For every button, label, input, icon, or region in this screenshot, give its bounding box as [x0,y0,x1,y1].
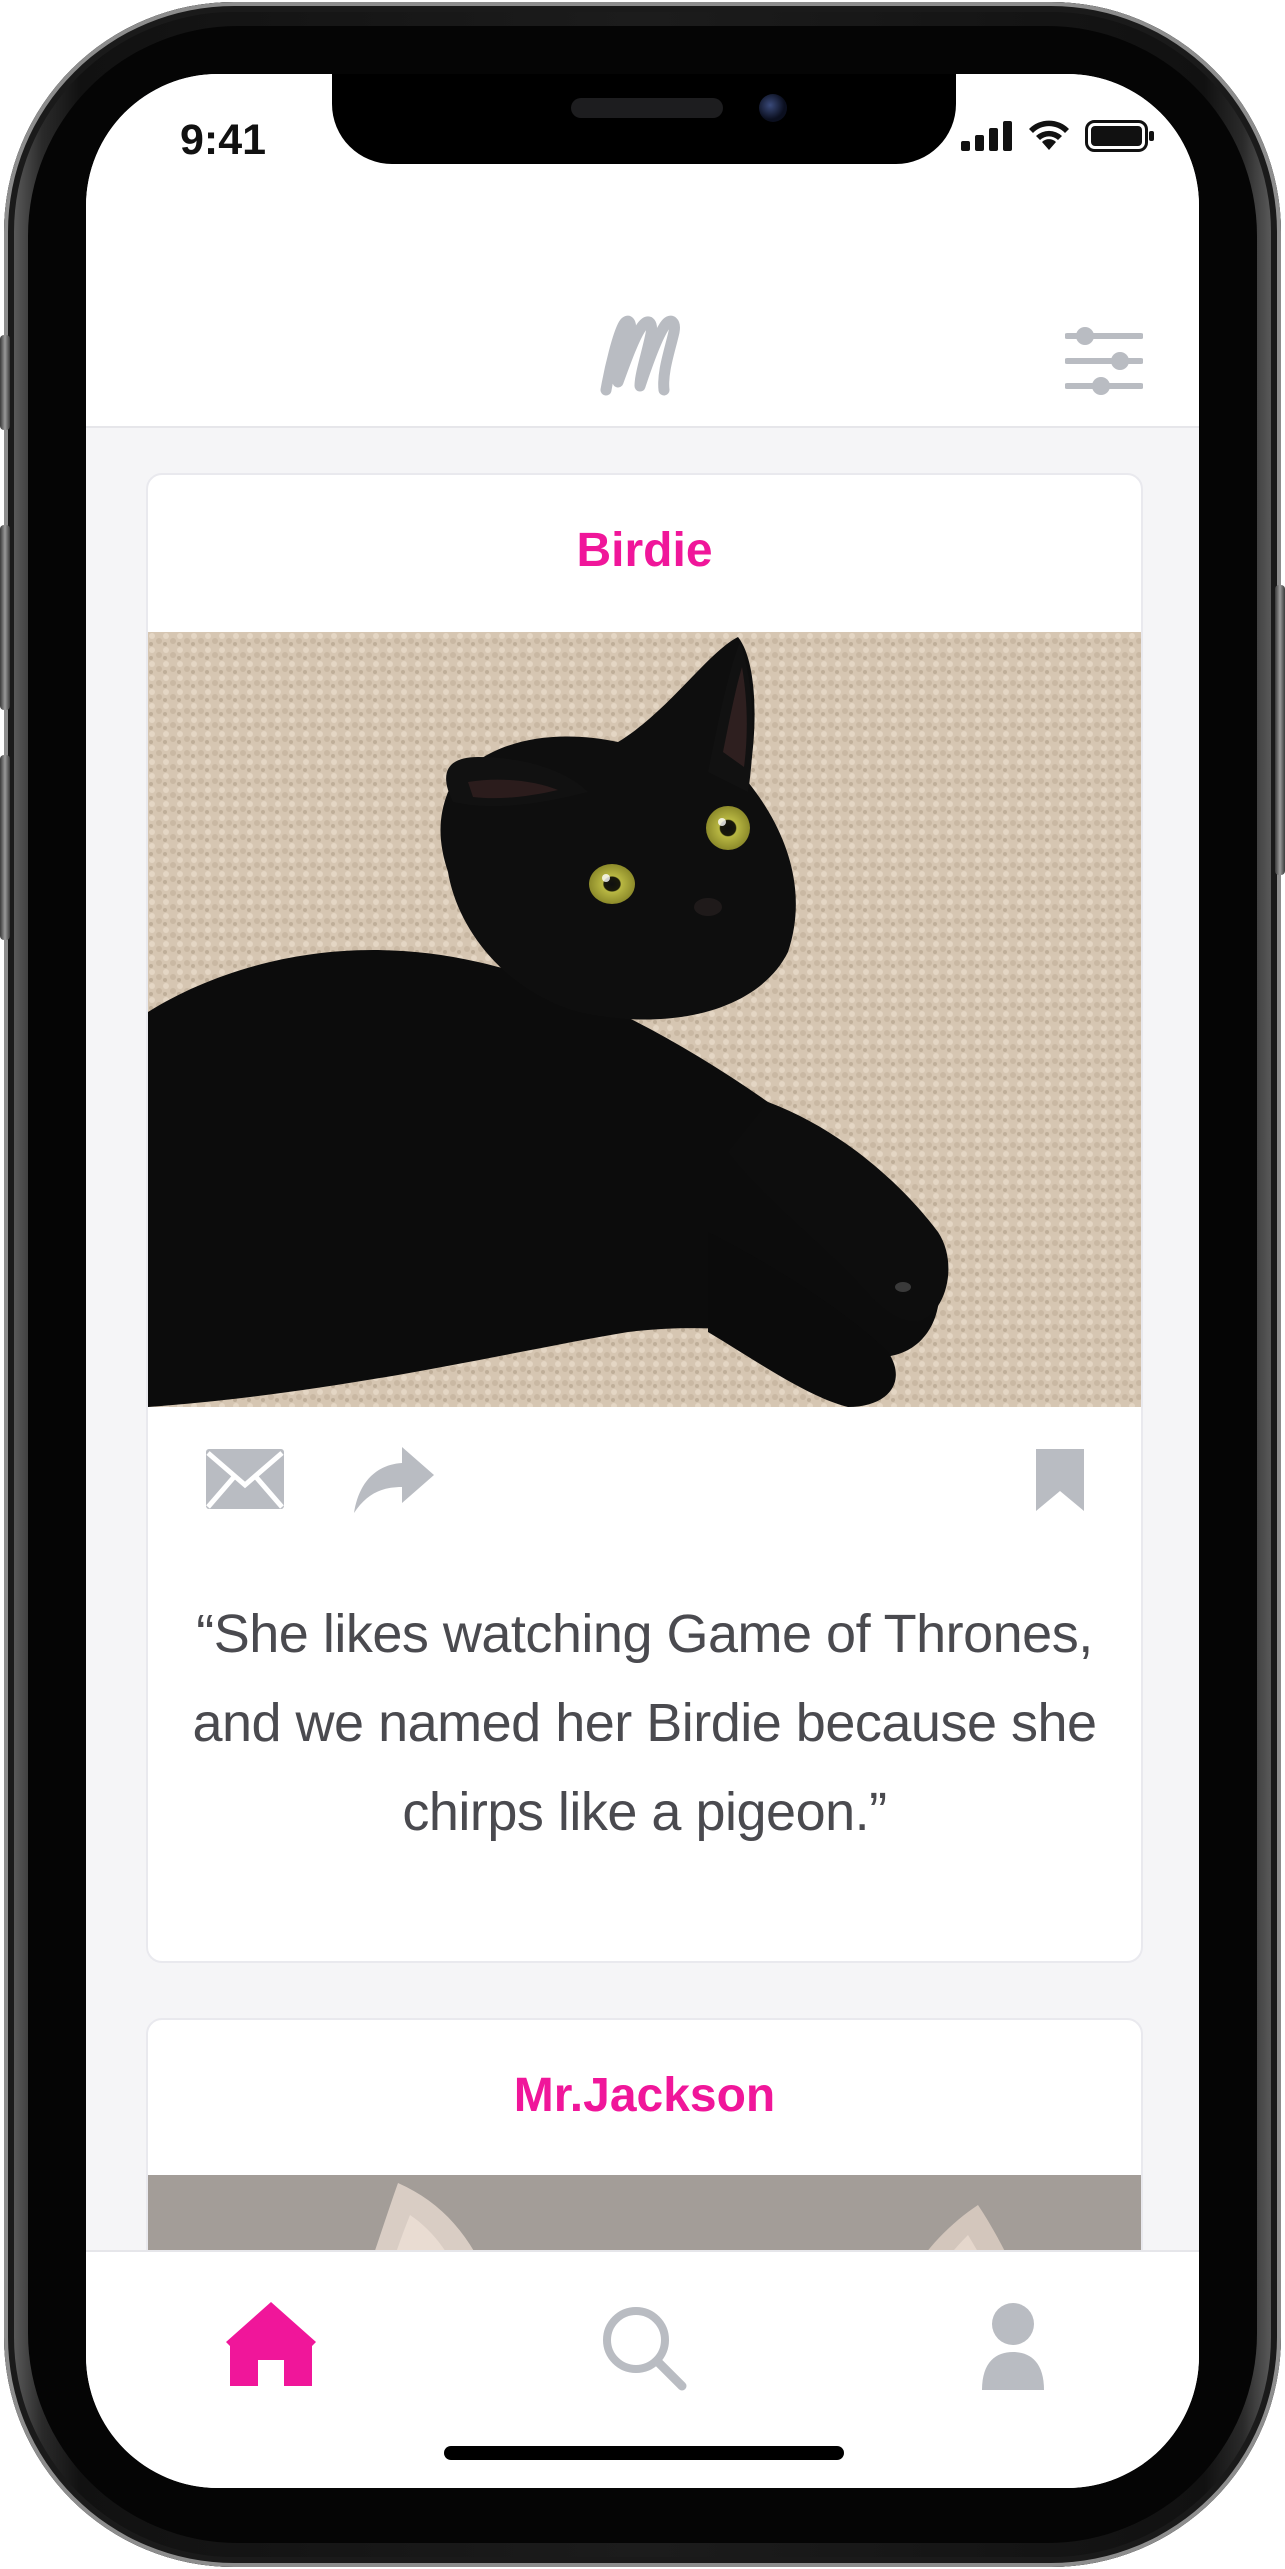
home-icon[interactable] [226,2302,316,2392]
battery-icon [1085,120,1154,152]
status-bar: 9:41 [86,74,1199,224]
speaker [571,98,723,118]
quote-line: and we named her Birdie because she [192,1693,1097,1753]
pet-card: Birdie “She likes watching Game of Thron… [146,473,1143,1963]
quote-line: chirps like a pigeon.” [402,1782,887,1842]
mute-switch [0,335,10,430]
volume-down-button [0,755,10,940]
signal-icon [961,121,1012,151]
status-icons [961,120,1155,152]
pet-name[interactable]: Birdie [148,523,1141,578]
card-actions [148,1407,1141,1557]
envelope-icon[interactable] [204,1447,286,1511]
m-script-logo-icon[interactable] [598,312,686,398]
profile-icon[interactable] [968,2302,1058,2392]
power-button [1275,585,1285,875]
phone-screen: 9:41 Birdie “She likes watching Game of … [86,74,1199,2488]
front-camera [759,94,787,122]
bookmark-icon[interactable] [1034,1447,1086,1513]
pet-quote: “She likes watching Game of Thrones, and… [188,1590,1101,1857]
black-cat-image [148,632,1141,1407]
quote-line: “She likes watching Game of Thrones, [196,1604,1093,1664]
volume-up-button [0,525,10,710]
notch [332,74,956,164]
pet-photo[interactable] [148,632,1141,1407]
status-time: 9:41 [180,116,267,164]
home-indicator[interactable] [444,2446,844,2460]
share-icon[interactable] [354,1447,434,1513]
app-header [86,224,1199,428]
sliders-icon[interactable] [1065,324,1143,398]
feed[interactable]: Birdie “She likes watching Game of Thron… [86,428,1199,2328]
search-icon[interactable] [598,2302,688,2392]
wifi-icon [1029,120,1069,150]
pet-name[interactable]: Mr.Jackson [148,2068,1141,2123]
